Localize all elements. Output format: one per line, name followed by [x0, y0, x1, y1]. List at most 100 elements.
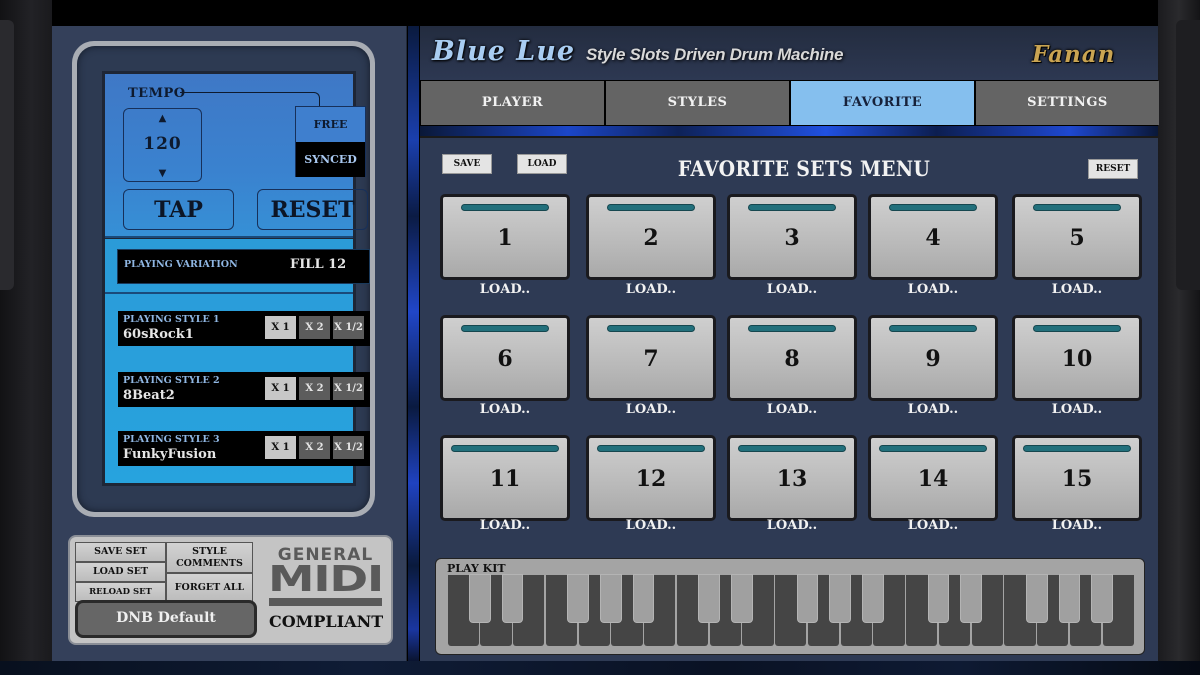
black-key-g-sharp1[interactable]	[600, 575, 621, 622]
black-key-c-sharp2[interactable]	[699, 575, 719, 622]
slot-led-indicator	[889, 204, 977, 211]
black-key-c-sharp1[interactable]	[469, 575, 490, 622]
slot-number: 3	[784, 225, 800, 251]
tab-styles[interactable]: STYLES	[606, 81, 789, 125]
forget-all-button[interactable]: FORGET ALL	[166, 573, 253, 602]
black-key-f-sharp2[interactable]	[797, 575, 818, 622]
favorite-slot-15[interactable]: 15	[1012, 435, 1142, 521]
tempo-value[interactable]: 120	[124, 134, 201, 154]
slot-load-caption[interactable]: LOAD..	[440, 402, 570, 417]
tempo-section: TEMPO ▲ 120 ▼ FREE SYNCED TAP RESET	[105, 74, 368, 236]
favorite-slot-4[interactable]: 4	[868, 194, 998, 280]
black-key-d-sharp3[interactable]	[961, 575, 982, 622]
black-key-f-sharp1[interactable]	[568, 575, 588, 622]
slot-load-caption[interactable]: LOAD..	[868, 282, 998, 297]
slot-load-caption[interactable]: LOAD..	[727, 282, 857, 297]
slot-led-indicator	[1033, 325, 1121, 332]
load-set-button[interactable]: LOAD SET	[75, 562, 166, 582]
black-key-c-sharp3[interactable]	[928, 575, 949, 622]
save-set-button[interactable]: SAVE SET	[75, 542, 166, 562]
tempo-down-icon[interactable]: ▼	[124, 168, 201, 179]
mode-free-button[interactable]: FREE	[296, 107, 365, 142]
multiplier-x2-button[interactable]: X 2	[299, 377, 330, 400]
tab-player[interactable]: PLAYER	[421, 81, 604, 125]
slot-number: 1	[497, 225, 513, 251]
multiplier-x2-button[interactable]: X 2	[299, 316, 330, 339]
black-key-a-sharp1[interactable]	[633, 575, 654, 622]
black-key-g-sharp3[interactable]	[1059, 575, 1080, 622]
favorite-slot-14[interactable]: 14	[868, 435, 998, 521]
pad-face: 10	[1015, 318, 1139, 398]
multiplier-half-button[interactable]: X 1/2	[333, 377, 364, 400]
black-key-f-sharp3[interactable]	[1026, 575, 1047, 622]
slot-load-caption[interactable]: LOAD..	[586, 282, 716, 297]
slot-load-caption[interactable]: LOAD..	[586, 518, 716, 533]
favorites-save-button[interactable]: SAVE	[442, 154, 492, 174]
black-key-a-sharp3[interactable]	[1092, 575, 1113, 622]
favorite-slot-12[interactable]: 12	[586, 435, 716, 521]
pad-face: 2	[589, 197, 713, 277]
multiplier-x1-button[interactable]: X 1	[265, 377, 296, 400]
favorite-slot-2[interactable]: 2	[586, 194, 716, 280]
black-key-d-sharp1[interactable]	[502, 575, 523, 622]
app-subtitle: Style Slots Driven Drum Machine	[586, 45, 844, 64]
tab-bar: PLAYER STYLES FAVORITE SETTINGS	[420, 80, 1159, 126]
slot-number: 10	[1061, 346, 1093, 372]
app-logo: Blue Lue	[432, 36, 576, 67]
black-key-d-sharp2[interactable]	[732, 575, 752, 622]
play-kit-label: PLAY KIT	[447, 562, 506, 575]
tempo-up-icon[interactable]: ▲	[124, 113, 201, 124]
slot-load-caption[interactable]: LOAD..	[1012, 518, 1142, 533]
header: Blue Lue Style Slots Driven Drum Machine…	[420, 26, 1158, 80]
slot-led-indicator	[597, 445, 705, 452]
slot-load-caption[interactable]: LOAD..	[586, 402, 716, 417]
pad-face: 4	[871, 197, 995, 277]
favorite-slot-9[interactable]: 9	[868, 315, 998, 401]
slot-led-indicator	[738, 445, 846, 452]
slot-load-caption[interactable]: LOAD..	[440, 518, 570, 533]
current-set-display: DNB Default	[75, 600, 257, 638]
multiplier-x2-button[interactable]: X 2	[299, 436, 330, 459]
favorite-slot-7[interactable]: 7	[586, 315, 716, 401]
variation-label: PLAYING VARIATION	[124, 259, 238, 270]
pad-face: 15	[1015, 438, 1139, 518]
favorite-slot-6[interactable]: 6	[440, 315, 570, 401]
tempo-reset-button[interactable]: RESET	[257, 189, 368, 230]
tab-settings[interactable]: SETTINGS	[976, 81, 1159, 125]
multiplier-half-button[interactable]: X 1/2	[333, 436, 364, 459]
multiplier-x1-button[interactable]: X 1	[265, 436, 296, 459]
slot-led-indicator	[889, 325, 977, 332]
slot-load-caption[interactable]: LOAD..	[1012, 282, 1142, 297]
tempo-stepper[interactable]: ▲ 120 ▼	[123, 108, 202, 182]
playing-style-1: PLAYING STYLE 1 60sRock1 X 1 X 2 X 1/2	[118, 311, 370, 346]
black-key-a-sharp2[interactable]	[863, 575, 883, 622]
style-comments-button[interactable]: STYLE COMMENTS	[166, 542, 253, 573]
style-label: PLAYING STYLE 2	[123, 375, 220, 386]
slot-load-caption[interactable]: LOAD..	[1012, 402, 1142, 417]
favorite-slot-5[interactable]: 5	[1012, 194, 1142, 280]
slot-load-caption[interactable]: LOAD..	[727, 518, 857, 533]
favorite-slot-8[interactable]: 8	[727, 315, 857, 401]
slot-load-caption[interactable]: LOAD..	[727, 402, 857, 417]
tab-favorite[interactable]: FAVORITE	[791, 81, 974, 125]
slot-load-caption[interactable]: LOAD..	[868, 402, 998, 417]
tap-button[interactable]: TAP	[123, 189, 234, 230]
favorite-slot-13[interactable]: 13	[727, 435, 857, 521]
favorite-slot-1[interactable]: 1	[440, 194, 570, 280]
multiplier-x1-button[interactable]: X 1	[265, 316, 296, 339]
favorite-slot-11[interactable]: 11	[440, 435, 570, 521]
multiplier-half-button[interactable]: X 1/2	[333, 316, 364, 339]
favorite-slot-10[interactable]: 10	[1012, 315, 1142, 401]
favorites-reset-button[interactable]: RESET	[1088, 159, 1138, 179]
favorites-load-button[interactable]: LOAD	[517, 154, 567, 174]
mode-synced-button[interactable]: SYNCED	[296, 142, 365, 177]
pad-face: 11	[443, 438, 567, 518]
black-key-g-sharp2[interactable]	[830, 575, 850, 622]
slot-load-caption[interactable]: LOAD..	[868, 518, 998, 533]
favorite-slot-3[interactable]: 3	[727, 194, 857, 280]
slot-led-indicator	[879, 445, 987, 452]
gm-midi-text: MIDI	[267, 559, 384, 600]
slot-load-caption[interactable]: LOAD..	[440, 282, 570, 297]
reload-set-button[interactable]: RELOAD SET	[75, 582, 166, 602]
main-panel: Blue Lue Style Slots Driven Drum Machine…	[420, 26, 1159, 661]
